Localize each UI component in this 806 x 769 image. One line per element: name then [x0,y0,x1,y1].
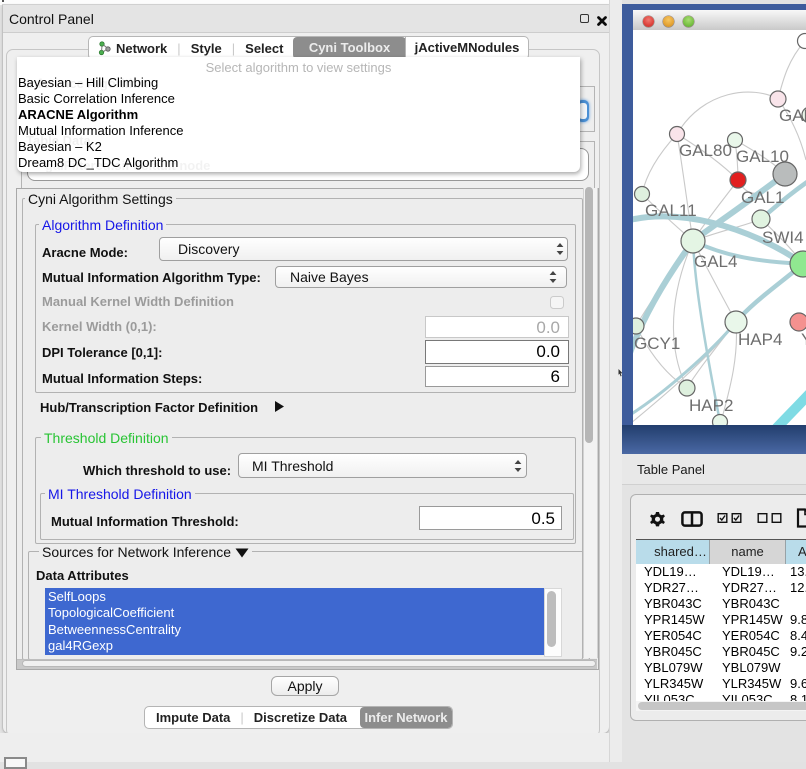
svg-text:HAP2: HAP2 [689,396,733,415]
svg-text:GAL80: GAL80 [679,141,732,160]
svg-text:GAL2: GAL2 [779,106,806,125]
svg-text:Y: Y [801,330,806,349]
svg-text:GAL4: GAL4 [694,252,737,271]
svg-text:HAP4: HAP4 [738,330,782,349]
svg-text:SWI4: SWI4 [762,228,804,247]
svg-text:GAL1: GAL1 [741,188,784,207]
svg-text:GAL11: GAL11 [645,201,697,220]
svg-text:GCY1: GCY1 [634,334,680,353]
svg-text:GAL10: GAL10 [736,147,789,166]
